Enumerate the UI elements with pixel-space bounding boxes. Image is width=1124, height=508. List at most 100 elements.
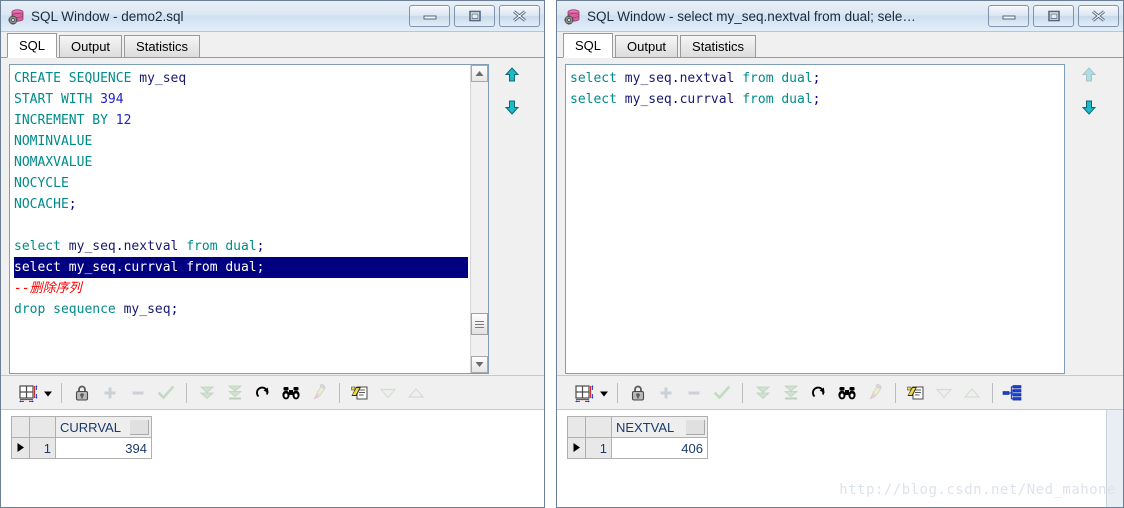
- refresh-button[interactable]: [805, 380, 833, 406]
- tab-output[interactable]: Output: [59, 35, 123, 57]
- copy-to-clipboard-button[interactable]: [902, 380, 930, 406]
- result-cell[interactable]: 406: [611, 437, 708, 459]
- code-line[interactable]: NOMINVALUE: [14, 131, 468, 152]
- code-line[interactable]: select my_seq.nextval from dual;: [570, 68, 1044, 89]
- expand-button: [402, 380, 430, 406]
- close-button[interactable]: [499, 5, 540, 27]
- toolbar-separator: [61, 382, 62, 403]
- result-cell[interactable]: 394: [55, 437, 152, 459]
- toolbar-separator: [992, 382, 993, 403]
- tab-label: SQL: [575, 38, 602, 53]
- close-button[interactable]: [1078, 5, 1119, 27]
- fetch-next-page-button: [193, 380, 221, 406]
- edit-data-button: [861, 380, 889, 406]
- tab-sql[interactable]: SQL: [7, 33, 58, 58]
- window-title: SQL Window - select my_seq.nextval from …: [587, 8, 916, 24]
- result-toolbar: [1, 375, 544, 409]
- grid-layout-button[interactable]: [569, 380, 597, 406]
- column-header[interactable]: NEXTVAL: [611, 416, 708, 438]
- delete-row-button: [680, 380, 708, 406]
- maximize-button[interactable]: [454, 5, 495, 27]
- toolbar-separator: [742, 382, 743, 403]
- collapse-button: [374, 380, 402, 406]
- arrow-up-icon[interactable]: [1080, 66, 1100, 86]
- sql-editor[interactable]: CREATE SEQUENCE my_seq START WITH 394 INCR…: [9, 64, 489, 374]
- fetch-next-page-button: [749, 380, 777, 406]
- sql-window-left[interactable]: SQL Window - demo2.sql SQL Output Statistic…: [0, 0, 545, 508]
- editor-area-right: select my_seq.nextval from dual; select m…: [557, 58, 1123, 375]
- column-header[interactable]: CURRVAL: [55, 416, 152, 438]
- collapse-button: [930, 380, 958, 406]
- column-resize-grip[interactable]: [130, 420, 149, 435]
- column-resize-grip[interactable]: [686, 420, 705, 435]
- find-button[interactable]: [833, 380, 861, 406]
- code-line[interactable]: select my_seq.currval from dual;: [570, 89, 1044, 110]
- sql-window-right[interactable]: SQL Window - select my_seq.nextval from …: [556, 0, 1124, 508]
- grid-corner[interactable]: [567, 416, 586, 438]
- row-marker-icon: [567, 437, 586, 459]
- scrollbar-thumb[interactable]: [471, 313, 488, 335]
- code-line[interactable]: CREATE SEQUENCE my_seq: [14, 68, 468, 89]
- insert-row-button: [96, 380, 124, 406]
- code-line[interactable]: START WITH 394: [14, 89, 468, 110]
- lock-button[interactable]: [624, 380, 652, 406]
- arrow-down-icon[interactable]: [1080, 98, 1100, 118]
- column-header-label: CURRVAL: [60, 419, 121, 435]
- code-line[interactable]: NOMAXVALUE: [14, 152, 468, 173]
- tab-sql[interactable]: SQL: [563, 33, 614, 58]
- sql-editor[interactable]: select my_seq.nextval from dual; select m…: [565, 64, 1065, 374]
- post-changes-button: [708, 380, 736, 406]
- code-line[interactable]: drop sequence my_seq;: [14, 299, 468, 320]
- find-button[interactable]: [277, 380, 305, 406]
- row-number-cell: 1: [29, 437, 56, 459]
- scroll-up-button[interactable]: [471, 65, 488, 82]
- refresh-button[interactable]: [249, 380, 277, 406]
- edit-data-button: [305, 380, 333, 406]
- window-controls: [988, 5, 1119, 27]
- code-line[interactable]: select my_seq.nextval from dual;: [14, 236, 468, 257]
- tab-label: SQL: [19, 38, 46, 53]
- grid-layout-button[interactable]: [13, 380, 41, 406]
- code-line[interactable]: --删除序列: [14, 278, 468, 299]
- title-bar[interactable]: SQL Window - select my_seq.nextval from …: [557, 1, 1123, 32]
- scroll-down-button[interactable]: [471, 356, 488, 373]
- table-row[interactable]: 1 394: [11, 437, 152, 459]
- delete-row-button: [124, 380, 152, 406]
- tab-output[interactable]: Output: [615, 35, 679, 57]
- maximize-button[interactable]: [1033, 5, 1074, 27]
- row-marker-icon: [11, 437, 30, 459]
- code-line[interactable]: [14, 215, 468, 236]
- explain-plan-button[interactable]: [999, 380, 1027, 406]
- tab-statistics[interactable]: Statistics: [124, 35, 201, 57]
- arrow-down-icon[interactable]: [503, 98, 523, 118]
- toolbar-separator: [617, 382, 618, 403]
- toolbar-separator: [895, 382, 896, 403]
- result-area-left: CURRVAL 1 394: [1, 409, 544, 507]
- code-line[interactable]: NOCACHE;: [14, 194, 468, 215]
- table-row[interactable]: 1 406: [567, 437, 708, 459]
- tab-statistics[interactable]: Statistics: [680, 35, 757, 57]
- code-line[interactable]: INCREMENT BY 12: [14, 110, 468, 131]
- row-number-header: [585, 416, 612, 438]
- copy-to-clipboard-button[interactable]: [346, 380, 374, 406]
- database-gear-icon: [564, 8, 581, 25]
- editor-scrollbar[interactable]: [470, 65, 488, 373]
- grid-layout-dropdown[interactable]: [597, 380, 611, 406]
- code-line[interactable]: NOCYCLE: [14, 173, 468, 194]
- table-header-row: NEXTVAL: [567, 416, 708, 438]
- expand-button: [958, 380, 986, 406]
- arrow-up-icon[interactable]: [503, 66, 523, 86]
- fetch-last-page-button: [777, 380, 805, 406]
- lock-button[interactable]: [68, 380, 96, 406]
- minimize-button[interactable]: [409, 5, 450, 27]
- code-line[interactable]: select my_seq.currval from dual;: [14, 257, 468, 278]
- window-title: SQL Window - demo2.sql: [31, 8, 184, 24]
- minimize-button[interactable]: [988, 5, 1029, 27]
- grid-layout-dropdown[interactable]: [41, 380, 55, 406]
- outer-scrollbar[interactable]: [1106, 410, 1123, 507]
- fetch-last-page-button: [221, 380, 249, 406]
- result-grid: NEXTVAL 1 406: [567, 416, 708, 459]
- title-bar[interactable]: SQL Window - demo2.sql: [1, 1, 544, 32]
- grid-corner[interactable]: [11, 416, 30, 438]
- database-gear-icon: [8, 8, 25, 25]
